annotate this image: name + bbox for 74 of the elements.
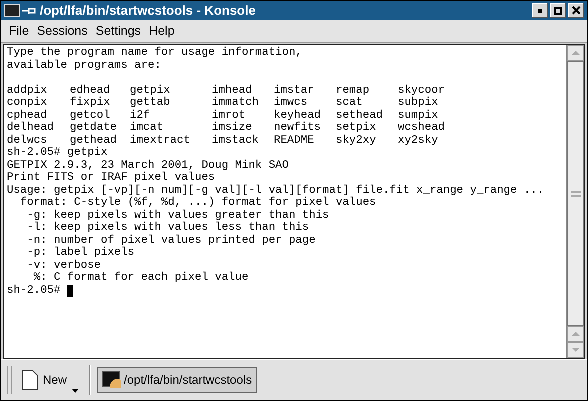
program-name: getpix (130, 84, 170, 96)
terminal-line: -l: keep pixels with values less than this (26, 222, 310, 234)
minimize-button[interactable] (532, 3, 548, 18)
window-title: /opt/lfa/bin/startwcstools - Konsole (40, 2, 256, 20)
document-icon (22, 370, 38, 390)
program-name: conpix (7, 97, 48, 109)
program-name: skycoor (398, 84, 445, 96)
scroll-thumb[interactable] (567, 61, 584, 326)
program-name: remap (336, 84, 370, 96)
terminal-line: -g: keep pixels with values greater than this (26, 210, 330, 222)
minimize-icon (538, 8, 542, 12)
program-name: delhead (7, 122, 54, 134)
program-name: getcol (70, 110, 110, 122)
program-name: subpix (398, 97, 438, 109)
program-name: gettab (130, 97, 170, 109)
terminal-line: -p: label pixels (26, 247, 135, 260)
menu-item[interactable]: Sessions (33, 22, 92, 40)
program-name: imhead (212, 84, 252, 96)
caret-icon (72, 389, 80, 393)
program-name: getdate (70, 122, 117, 134)
terminal-icon (102, 371, 122, 389)
program-name: wcshead (398, 122, 445, 134)
program-name: fixpix (70, 97, 110, 109)
program-name: imstack (212, 134, 259, 146)
terminal-icon[interactable] (4, 4, 20, 17)
terminal-line: available programs are: (7, 60, 162, 72)
program-name: imrot (212, 110, 246, 122)
maximize-button[interactable] (550, 3, 566, 18)
program-name: immatch (212, 97, 259, 109)
toolbar-handle[interactable] (7, 366, 12, 394)
scroll-up-button[interactable] (567, 45, 584, 61)
program-name: sky2xy (336, 134, 376, 146)
maximize-icon (554, 6, 562, 14)
menu-item[interactable]: File (5, 22, 34, 40)
program-name: xy2sky (398, 134, 438, 146)
pin-icon[interactable] (22, 6, 36, 16)
text-cursor (67, 284, 74, 297)
terminal-line: %: C format for each pixel value (32, 272, 249, 284)
scroll-down-button[interactable] (567, 342, 584, 358)
close-icon (572, 6, 580, 15)
program-name: imextract (130, 134, 190, 146)
program-name: imcat (130, 122, 164, 134)
program-name: imstar (274, 84, 314, 96)
program-name: newfits (274, 122, 321, 134)
menu-item[interactable]: Help (145, 22, 179, 40)
terminal-line: Type the program name for usage information, (7, 47, 302, 60)
terminal-line: Print FITS or IRAF pixel values (7, 172, 216, 184)
close-button[interactable] (568, 3, 584, 18)
scrollbar[interactable] (566, 45, 584, 358)
program-name: i2f (130, 110, 150, 122)
program-name: imwcs (274, 97, 308, 109)
terminal-line: GETPIX 2.9.3, 23 March 2001, Doug Mink SAO (7, 160, 289, 172)
program-name: addpix (7, 84, 48, 96)
new-session-button[interactable]: New (18, 364, 84, 396)
program-name: edhead (70, 84, 110, 96)
scroll-up-button[interactable] (567, 326, 584, 342)
terminal-line: format: C-style (%f, %d, ...) format for pixel values (19, 197, 376, 210)
program-name: sethead (336, 110, 383, 122)
program-name: delwcs (7, 134, 48, 146)
session-tab[interactable]: /opt/lfa/bin/startwcstools (97, 367, 258, 393)
menu-item[interactable]: Settings (92, 22, 146, 40)
terminal-line: -v: verbose (26, 260, 101, 272)
program-name: setpix (336, 122, 376, 134)
terminal-line: -n: number of pixel values printed per page (26, 234, 316, 246)
program-name: scat (336, 97, 363, 109)
program-name: README (274, 134, 314, 146)
shell-prompt: sh-2.05# (7, 284, 62, 297)
program-name: keyhead (274, 110, 321, 122)
terminal-line: Usage: getpix [-vp][-n num][-g val][-l val][format] file.fit x_range y_range ... (7, 184, 544, 196)
program-name: imsize (212, 122, 252, 134)
terminal-line: sh-2.05# getpix (7, 147, 108, 160)
program-name: gethead (70, 134, 117, 146)
program-name: cphead (7, 110, 48, 122)
program-name: sumpix (398, 110, 438, 122)
